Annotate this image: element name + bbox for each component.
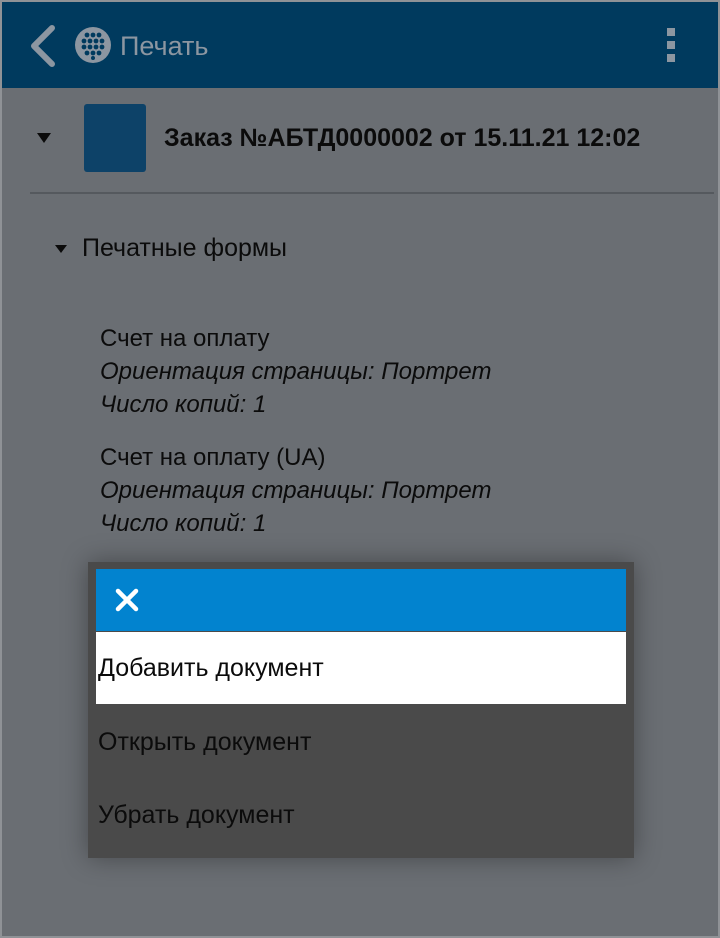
app-frame: Печать Заказ №АБТД0000002 от 15.11.21 12… xyxy=(0,0,720,938)
back-button[interactable] xyxy=(24,24,64,68)
print-form-item[interactable]: Счет на оплату Ориентация страницы: Порт… xyxy=(100,322,700,421)
order-row[interactable]: Заказ №АБТД0000002 от 15.11.21 12:02 xyxy=(2,88,718,194)
context-menu-header xyxy=(96,569,626,631)
app-bar: Печать xyxy=(2,2,718,88)
expand-triangle-icon[interactable] xyxy=(54,244,68,254)
print-form-item[interactable]: Счет на оплату (UA) Ориентация страницы:… xyxy=(100,441,700,540)
menu-item-add-document[interactable]: Добавить документ xyxy=(96,632,626,704)
page-title: Печать xyxy=(120,31,209,61)
print-form-orientation: Ориентация страницы: Портрет xyxy=(100,477,492,504)
print-form-name: Счет на оплату xyxy=(100,325,270,352)
print-form-orientation: Ориентация страницы: Портрет xyxy=(100,358,492,385)
print-form-copies: Число копий: 1 xyxy=(100,391,267,418)
print-form-name: Счет на оплату (UA) xyxy=(100,444,326,471)
close-button[interactable] xyxy=(114,587,140,613)
divider xyxy=(30,192,714,194)
document-thumbnail xyxy=(84,104,146,172)
close-icon xyxy=(115,588,139,612)
order-title: Заказ №АБТД0000002 от 15.11.21 12:02 xyxy=(164,124,641,152)
more-vertical-icon xyxy=(667,28,675,62)
menu-item-open-document[interactable]: Открыть документ xyxy=(96,706,626,778)
menu-item-remove-document[interactable]: Убрать документ xyxy=(96,779,626,851)
print-forms-title: Печатные формы xyxy=(82,234,288,262)
print-form-copies: Число копий: 1 xyxy=(100,510,267,537)
expand-triangle-icon[interactable] xyxy=(36,132,52,144)
print-forms-header[interactable]: Печатные формы xyxy=(2,228,718,268)
chevron-left-icon xyxy=(31,25,55,67)
app-logo-icon xyxy=(74,26,112,64)
overflow-menu-button[interactable] xyxy=(656,22,686,68)
